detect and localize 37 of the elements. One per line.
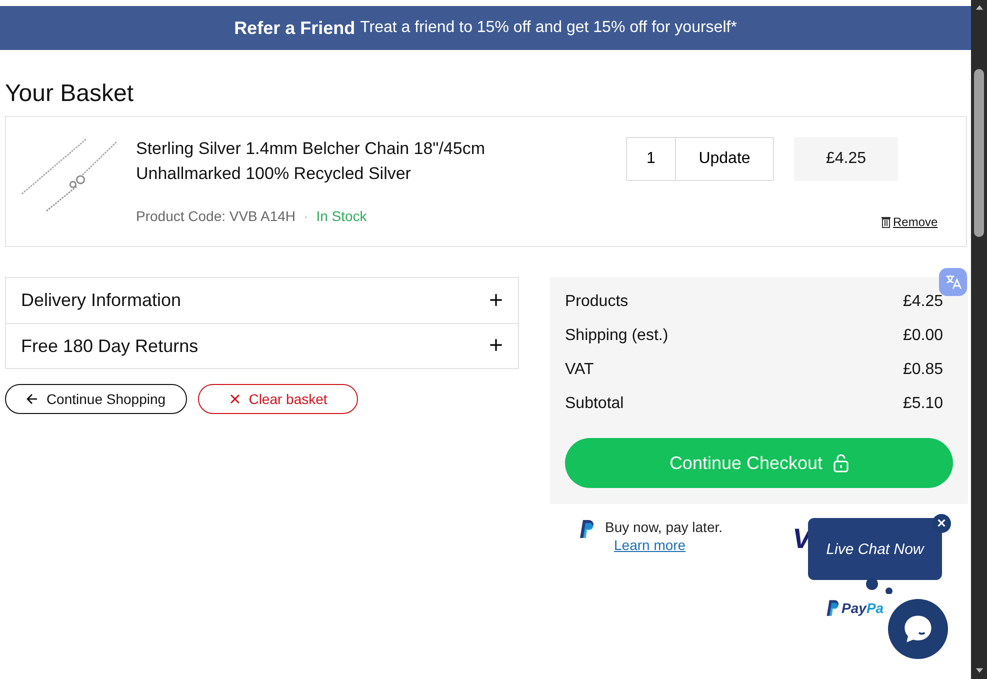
banner-title: Refer a Friend (234, 18, 356, 38)
update-button[interactable]: Update (676, 137, 774, 181)
product-code: Product Code: VVB A14H (136, 208, 296, 224)
learn-more-link[interactable]: Learn more (614, 537, 723, 553)
quantity-field[interactable]: 1 (626, 137, 676, 181)
summary-label: Products (565, 293, 628, 312)
summary-value: £0.85 (902, 361, 943, 380)
summary-value: £0.00 (902, 327, 943, 346)
promo-banner[interactable]: Refer a Friend Treat a friend to 15% off and get 15% off for yourself* (0, 6, 971, 50)
summary-label: Subtotal (565, 395, 624, 414)
typing-dots-icon (864, 578, 894, 594)
scroll-up-arrow-icon[interactable] (974, 4, 984, 10)
live-chat-label: Live Chat Now (826, 540, 924, 558)
remove-link[interactable]: Remove (881, 215, 938, 229)
item-price: £4.25 (794, 137, 898, 181)
scroll-down-arrow-icon[interactable] (974, 668, 984, 674)
page-title: Your Basket (5, 80, 135, 109)
paypal-logo: PayPa (824, 599, 884, 617)
separator-dot: · (304, 208, 308, 224)
scrollbar[interactable] (971, 0, 987, 679)
banner-text: Treat a friend to 15% off and get 15% off for yourself* (360, 19, 737, 37)
lock-icon (832, 453, 849, 473)
trash-icon (881, 216, 891, 228)
summary-value: £4.25 (902, 293, 943, 312)
product-name[interactable]: Sterling Silver 1.4mm Belcher Chain 18"/45cm Unhallmarked 100% Recycled Silver (136, 136, 626, 186)
pay-later-text: Buy now, pay later. (605, 519, 723, 535)
paypal-icon (578, 519, 594, 539)
continue-shopping-button[interactable]: Continue Shopping (5, 384, 187, 414)
summary-label: VAT (565, 361, 594, 380)
stock-status: In Stock (316, 208, 367, 224)
clear-basket-button[interactable]: Clear basket (198, 384, 358, 414)
scrollbar-thumb[interactable] (974, 69, 984, 237)
summary-value: £5.10 (902, 395, 943, 414)
arrow-left-icon (26, 393, 38, 405)
close-icon (228, 393, 241, 405)
summary-label: Shipping (est.) (565, 327, 668, 346)
close-chat-button[interactable]: × (932, 514, 951, 533)
